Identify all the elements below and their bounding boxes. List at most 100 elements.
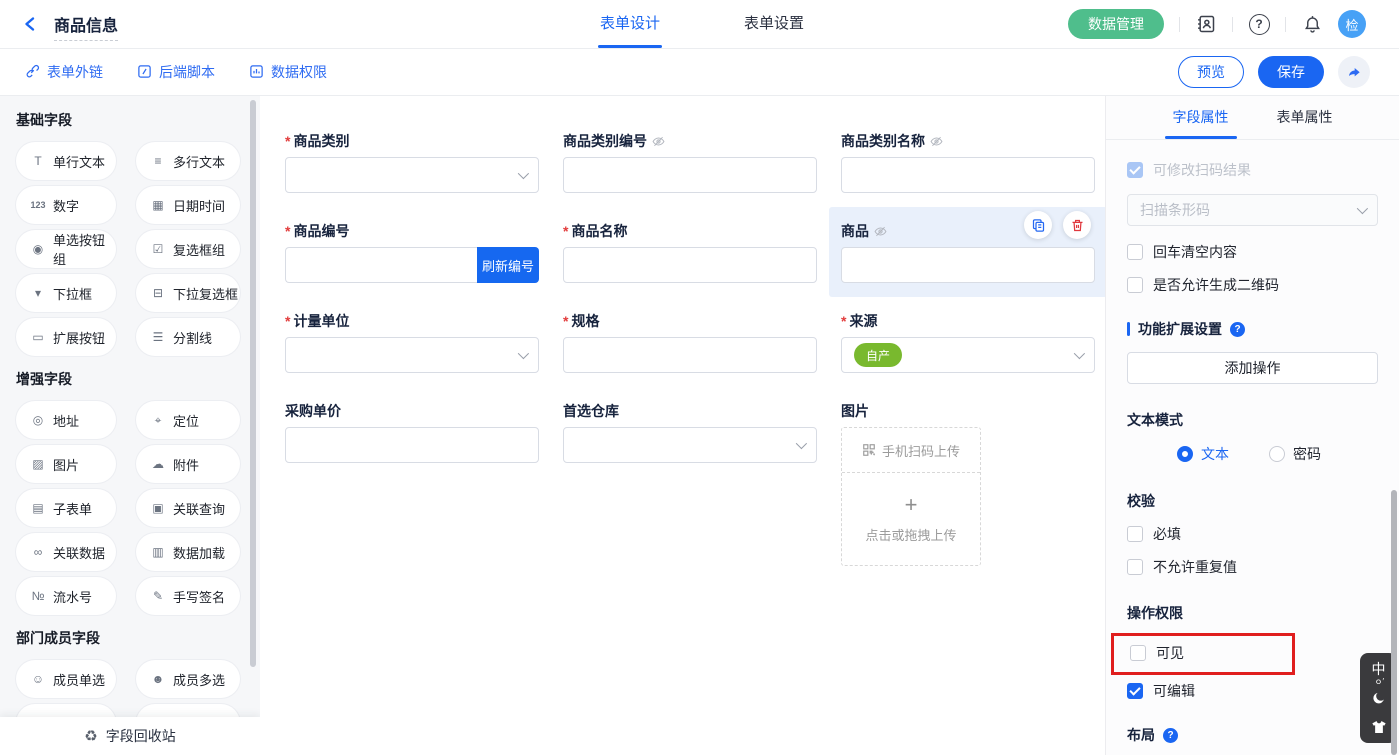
tab-field-properties[interactable]: 字段属性: [1173, 95, 1229, 139]
field-select[interactable]: [285, 337, 539, 373]
form-external-link[interactable]: 表单外链: [25, 48, 103, 95]
single-line-text-icon: T: [30, 154, 46, 168]
save-button[interactable]: 保存: [1258, 56, 1324, 88]
field-type-member-multi[interactable]: ☻成员多选: [136, 660, 240, 698]
help-icon[interactable]: ?: [1230, 322, 1245, 337]
field-type-label: 定位: [173, 411, 199, 430]
checkbox-enter-clear[interactable]: [1127, 244, 1143, 260]
data-manage-button[interactable]: 数据管理: [1068, 9, 1164, 39]
shirt-icon[interactable]: [1371, 720, 1387, 734]
field-type-dropdown[interactable]: ▾下拉框: [16, 274, 116, 312]
canvas-field-6[interactable]: 商品: [829, 207, 1106, 297]
field-input[interactable]: [285, 427, 539, 463]
field-type-extend-button[interactable]: ▭扩展按钮: [16, 318, 116, 356]
delete-field-button[interactable]: [1063, 211, 1091, 239]
tab-form-design[interactable]: 表单设计: [600, 0, 660, 48]
extend-button-icon: ▭: [30, 330, 46, 344]
field-type-data-load[interactable]: ▥数据加载: [136, 533, 240, 571]
checkbox-modify-scan-result[interactable]: [1127, 162, 1143, 178]
field-type-checkbox-group[interactable]: ☑复选框组: [136, 230, 240, 268]
checkbox-visible[interactable]: [1130, 645, 1146, 661]
qr-code-icon: [862, 443, 876, 457]
help-icon[interactable]: ?: [1163, 728, 1178, 743]
field-type-attachment[interactable]: ☁附件: [136, 445, 240, 483]
field-type-related-query[interactable]: ▣关联查询: [136, 489, 240, 527]
field-type-label: 下拉复选框: [173, 284, 238, 303]
refresh-number-button[interactable]: 刷新编号: [477, 247, 539, 283]
field-select[interactable]: [563, 427, 817, 463]
field-type-image[interactable]: ▨图片: [16, 445, 116, 483]
canvas-field-11[interactable]: 首选仓库: [551, 387, 829, 580]
main-scrollbar[interactable]: [1391, 490, 1397, 755]
field-type-member-single[interactable]: ☺成员单选: [16, 660, 116, 698]
radio-text-mode[interactable]: 文本: [1177, 444, 1229, 464]
canvas-field-5[interactable]: *商品名称: [551, 207, 829, 297]
backend-script-link[interactable]: 后端脚本: [137, 48, 215, 95]
field-type-signature[interactable]: ✎手写签名: [136, 577, 240, 615]
secondary-toolbar: 表单外链 后端脚本 数据权限 预览 保存: [0, 48, 1399, 96]
field-type-single-line-text[interactable]: T单行文本: [16, 142, 116, 180]
canvas-field-8[interactable]: *规格: [551, 297, 829, 387]
field-type-number[interactable]: 123数字: [16, 186, 116, 224]
sidebar-scrollbar[interactable]: [250, 100, 256, 667]
copy-field-button[interactable]: [1024, 211, 1052, 239]
field-select[interactable]: 自产: [841, 337, 1095, 373]
member-single-icon: ☺: [30, 672, 46, 686]
field-input[interactable]: [563, 247, 817, 283]
field-type-location[interactable]: ⌖定位: [136, 401, 240, 439]
recycle-bin-button[interactable]: ♻ 字段回收站: [0, 717, 260, 755]
drag-upload-zone[interactable]: +点击或拖拽上传: [842, 473, 980, 565]
canvas-field-2[interactable]: 商品类别编号: [551, 117, 829, 207]
field-input[interactable]: [285, 247, 477, 283]
help-icon[interactable]: ?: [1248, 13, 1270, 35]
checkbox-no-duplicate[interactable]: [1127, 559, 1143, 575]
field-type-subform[interactable]: ▤子表单: [16, 489, 116, 527]
checkbox-allow-qrcode[interactable]: [1127, 277, 1143, 293]
avatar[interactable]: 检: [1338, 10, 1366, 38]
field-type-radio-group[interactable]: ◉单选按钮组: [16, 230, 116, 268]
link-icon: [25, 64, 40, 79]
checkbox-editable[interactable]: [1127, 683, 1143, 699]
related-query-icon: ▣: [150, 501, 166, 515]
field-type-datetime[interactable]: ▦日期时间: [136, 186, 240, 224]
preview-button[interactable]: 预览: [1178, 56, 1244, 88]
canvas-field-4[interactable]: *商品编号刷新编号: [273, 207, 551, 297]
radio-password-mode[interactable]: 密码: [1269, 444, 1321, 464]
select-scan-mode[interactable]: 扫描条形码: [1127, 194, 1378, 226]
divider: [1285, 17, 1286, 32]
back-icon[interactable]: [20, 13, 42, 35]
language-toggle[interactable]: 中ｏ′: [1372, 662, 1386, 676]
tab-form-settings[interactable]: 表单设置: [744, 0, 804, 48]
canvas-field-12[interactable]: 图片手机扫码上传+点击或拖拽上传: [829, 387, 1106, 580]
image-upload-area[interactable]: 手机扫码上传+点击或拖拽上传: [841, 427, 981, 566]
page-title[interactable]: 商品信息: [54, 12, 118, 41]
share-button[interactable]: [1338, 56, 1370, 88]
canvas-field-7[interactable]: *计量单位: [273, 297, 551, 387]
canvas-field-3[interactable]: 商品类别名称: [829, 117, 1106, 207]
field-type-dropdown-multi[interactable]: ⊟下拉复选框: [136, 274, 240, 312]
add-action-button[interactable]: 添加操作: [1127, 352, 1378, 384]
field-input[interactable]: [841, 157, 1095, 193]
canvas-field-9[interactable]: *来源自产: [829, 297, 1106, 387]
field-type-serial-number[interactable]: №流水号: [16, 577, 116, 615]
field-input[interactable]: [841, 247, 1095, 283]
contacts-icon[interactable]: [1195, 13, 1217, 35]
canvas-field-1[interactable]: *商品类别: [273, 117, 551, 207]
field-type-address[interactable]: ◎地址: [16, 401, 116, 439]
plus-icon: +: [905, 495, 918, 515]
moon-icon[interactable]: [1371, 691, 1386, 706]
scan-upload-zone[interactable]: 手机扫码上传: [842, 428, 980, 473]
checkbox-required[interactable]: [1127, 526, 1143, 542]
field-select[interactable]: [285, 157, 539, 193]
dropdown-icon: ▾: [30, 286, 46, 300]
field-input[interactable]: [563, 157, 817, 193]
field-input[interactable]: [563, 337, 817, 373]
field-type-related-data[interactable]: ∞关联数据: [16, 533, 116, 571]
tab-form-properties[interactable]: 表单属性: [1277, 95, 1333, 139]
field-type-divider[interactable]: ☰分割线: [136, 318, 240, 356]
canvas-field-10[interactable]: 采购单价: [273, 387, 551, 580]
bell-icon[interactable]: [1301, 13, 1323, 35]
data-permission-link[interactable]: 数据权限: [249, 48, 327, 95]
field-label: 商品类别名称: [841, 131, 1095, 151]
field-type-multi-line-text[interactable]: ≡多行文本: [136, 142, 240, 180]
